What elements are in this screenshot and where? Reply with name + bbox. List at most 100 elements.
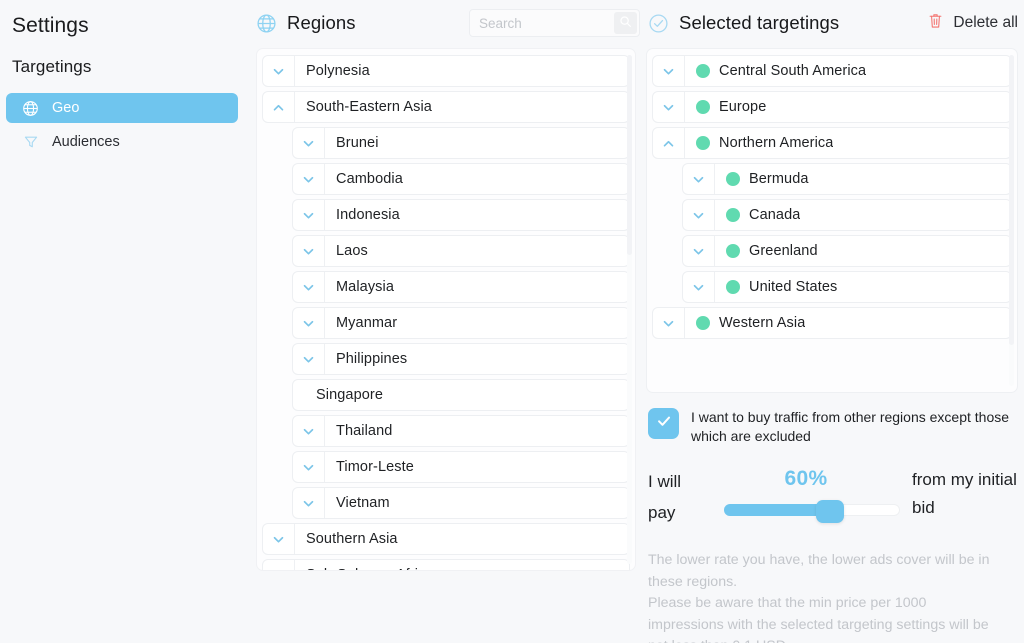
tree-row[interactable]: Southern Asia <box>262 523 630 555</box>
status-dot <box>726 280 740 294</box>
tree-row[interactable]: Europe <box>652 91 1012 123</box>
status-dot <box>726 208 740 222</box>
selected-scrollbar[interactable] <box>1009 55 1014 386</box>
tree-row[interactable]: United States <box>682 271 1012 303</box>
regions-scrollbar[interactable] <box>627 55 632 564</box>
tree-row-label: Cambodia <box>336 171 403 187</box>
tree-row-body: South-Eastern Asia <box>295 92 629 122</box>
chevron-down-icon[interactable] <box>683 200 715 230</box>
tree-row[interactable]: Vietnam <box>292 487 630 519</box>
other-regions-checkbox-label: I want to buy traffic from other regions… <box>691 409 1010 444</box>
tree-row-body: Western Asia <box>685 308 1011 338</box>
tree-row[interactable]: Polynesia <box>262 55 630 87</box>
chevron-down-icon[interactable] <box>293 164 325 194</box>
tree-row[interactable]: Western Asia <box>652 307 1012 339</box>
tree-row[interactable]: Central South America <box>652 55 1012 87</box>
chevron-down-icon[interactable] <box>683 164 715 194</box>
tree-row-body: Europe <box>685 92 1011 122</box>
tree-row-label: Philippines <box>336 351 408 367</box>
tree-row-body: Singapore <box>305 380 629 410</box>
tree-row[interactable]: South-Eastern Asia <box>262 91 630 123</box>
chevron-up-icon[interactable] <box>263 92 295 122</box>
delete-all-label: Delete all <box>953 14 1018 31</box>
bid-note-1: The lower rate you have, the lower ads c… <box>648 552 990 590</box>
search-box[interactable] <box>469 9 640 37</box>
tree-row-body: Sub-Saharan Africa <box>295 560 629 570</box>
chevron-down-icon[interactable] <box>293 416 325 446</box>
bid-slider-handle[interactable] <box>815 500 844 523</box>
chevron-down-icon[interactable] <box>653 92 685 122</box>
chevron-down-icon[interactable] <box>293 272 325 302</box>
tree-row[interactable]: Laos <box>292 235 630 267</box>
selected-title: Selected targetings <box>679 12 840 33</box>
delete-all-button[interactable]: Delete all <box>927 12 1020 35</box>
tree-row[interactable]: Timor-Leste <box>292 451 630 483</box>
tree-row[interactable]: Thailand <box>292 415 630 447</box>
tree-row[interactable]: Northern America <box>652 127 1012 159</box>
chevron-down-icon[interactable] <box>293 308 325 338</box>
chevron-down-icon[interactable] <box>263 560 295 570</box>
chevron-down-icon[interactable] <box>293 452 325 482</box>
bid-slider-fill <box>724 504 830 516</box>
bid-prefix-label: I will pay <box>648 472 682 522</box>
chevron-down-icon[interactable] <box>293 128 325 158</box>
bid-notes: The lower rate you have, the lower ads c… <box>646 550 1018 643</box>
tree-row-label: Timor-Leste <box>336 459 414 475</box>
tree-row[interactable]: Brunei <box>292 127 630 159</box>
chevron-down-icon[interactable] <box>263 524 295 554</box>
chevron-up-icon[interactable] <box>653 128 685 158</box>
globe-icon <box>22 100 39 117</box>
tree-row-body: Central South America <box>685 56 1011 86</box>
sidebar-item-audiences[interactable]: Audiences <box>6 127 238 157</box>
regions-list-scroll-area[interactable]: Polynesia South-Eastern Asia Brunei Cambodi… <box>257 49 635 570</box>
tree-row-body: Philippines <box>325 344 629 374</box>
chevron-down-icon[interactable] <box>653 308 685 338</box>
tree-row[interactable]: Myanmar <box>292 307 630 339</box>
regions-panel-header: Regions <box>252 4 644 42</box>
regions-list: Polynesia South-Eastern Asia Brunei Cambodi… <box>256 48 636 571</box>
tree-row-body: Laos <box>325 236 629 266</box>
tree-row[interactable]: Philippines <box>292 343 630 375</box>
chevron-down-icon[interactable] <box>293 236 325 266</box>
tree-row-label: United States <box>749 279 838 295</box>
chevron-down-icon[interactable] <box>293 344 325 374</box>
status-dot <box>696 316 710 330</box>
chevron-down-icon[interactable] <box>263 56 295 86</box>
tree-row-body: Timor-Leste <box>325 452 629 482</box>
tree-row[interactable]: Cambodia <box>292 163 630 195</box>
chevron-down-icon[interactable] <box>653 56 685 86</box>
chevron-down-icon[interactable] <box>293 200 325 230</box>
tree-row[interactable]: Bermuda <box>682 163 1012 195</box>
status-dot <box>726 172 740 186</box>
sidebar-item-label-audiences: Audiences <box>52 134 120 150</box>
tree-row-body: United States <box>715 272 1011 302</box>
tree-row-body: Vietnam <box>325 488 629 518</box>
check-icon <box>655 412 673 435</box>
tree-row[interactable]: Indonesia <box>292 199 630 231</box>
sidebar-item-label-geo: Geo <box>52 100 80 116</box>
tree-row[interactable]: Singapore <box>292 379 630 411</box>
search-button[interactable] <box>614 12 637 34</box>
tree-row[interactable]: Malaysia <box>292 271 630 303</box>
tree-row[interactable]: Sub-Saharan Africa <box>262 559 630 570</box>
selected-list: Central South America Europe Northern Amer… <box>646 48 1018 393</box>
tree-row-label: Vietnam <box>336 495 390 511</box>
selected-panel-header: Selected targetings Delete all <box>644 4 1024 42</box>
bid-slider[interactable] <box>724 500 900 523</box>
bid-rate-row: I will pay 60% from my initial bid <box>646 466 1018 528</box>
tree-row-label: Central South America <box>719 63 867 79</box>
tree-row[interactable]: Greenland <box>682 235 1012 267</box>
tree-row-body: Malaysia <box>325 272 629 302</box>
bid-note-2: Please be aware that the min price per 1… <box>648 595 989 643</box>
tree-row-label: Malaysia <box>336 279 395 295</box>
chevron-down-icon[interactable] <box>293 488 325 518</box>
chevron-down-icon[interactable] <box>683 236 715 266</box>
tree-row-body: Thailand <box>325 416 629 446</box>
selected-list-scroll-area[interactable]: Central South America Europe Northern Amer… <box>647 49 1017 392</box>
other-regions-checkbox[interactable] <box>648 408 679 439</box>
sidebar-item-geo[interactable]: Geo <box>6 93 238 123</box>
search-icon <box>619 15 632 31</box>
tree-row[interactable]: Canada <box>682 199 1012 231</box>
chevron-down-icon[interactable] <box>683 272 715 302</box>
tree-row-label: Bermuda <box>749 171 809 187</box>
